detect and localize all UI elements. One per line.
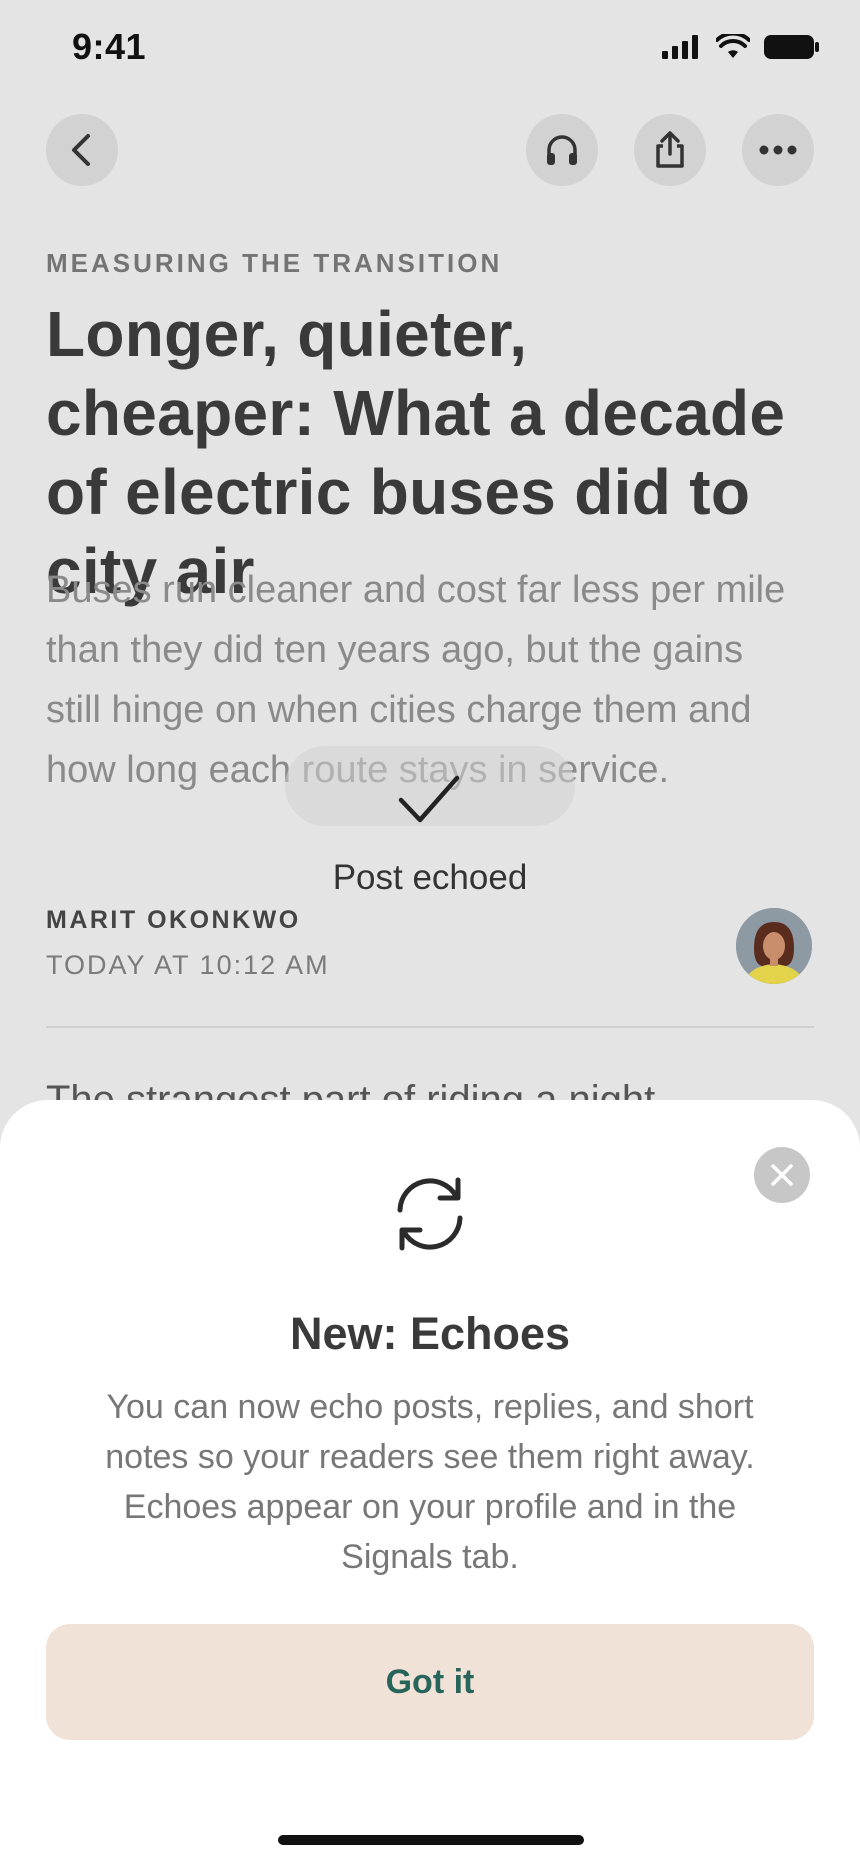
refresh-icon: [397, 1177, 463, 1251]
headphones-icon: [547, 135, 577, 165]
status-icons: [662, 34, 820, 60]
listen-button[interactable]: [526, 114, 598, 186]
checkmark-icon: [398, 775, 460, 823]
avatar-photo: [736, 908, 812, 984]
battery-icon: [764, 35, 819, 59]
wifi-icon: [716, 34, 750, 58]
back-button[interactable]: [46, 114, 118, 186]
home-indicator[interactable]: [278, 1835, 584, 1845]
signal-icon: [662, 35, 698, 59]
author-avatar[interactable]: [736, 908, 812, 984]
sheet-title: New: Echoes: [289, 1308, 571, 1359]
toast-label: Post echoed: [332, 858, 528, 897]
status-time: 9:41: [72, 26, 147, 67]
more-icon: [759, 145, 797, 155]
article-kicker: MEASURING THE TRANSITION: [46, 248, 503, 278]
more-button[interactable]: [742, 114, 814, 186]
sheet-description: You can now echo posts, replies, and sho…: [105, 1388, 755, 1576]
got-it-button[interactable]: Got it: [46, 1624, 814, 1740]
share-icon: [656, 131, 684, 168]
close-icon: [771, 1164, 793, 1186]
publish-date: TODAY AT 10:12 AM: [46, 950, 330, 980]
sheet-close-button[interactable]: [754, 1147, 810, 1203]
back-icon: [72, 134, 90, 166]
divider: [46, 1026, 814, 1028]
share-button[interactable]: [634, 114, 706, 186]
author-name[interactable]: MARIT OKONKWO: [46, 906, 301, 935]
